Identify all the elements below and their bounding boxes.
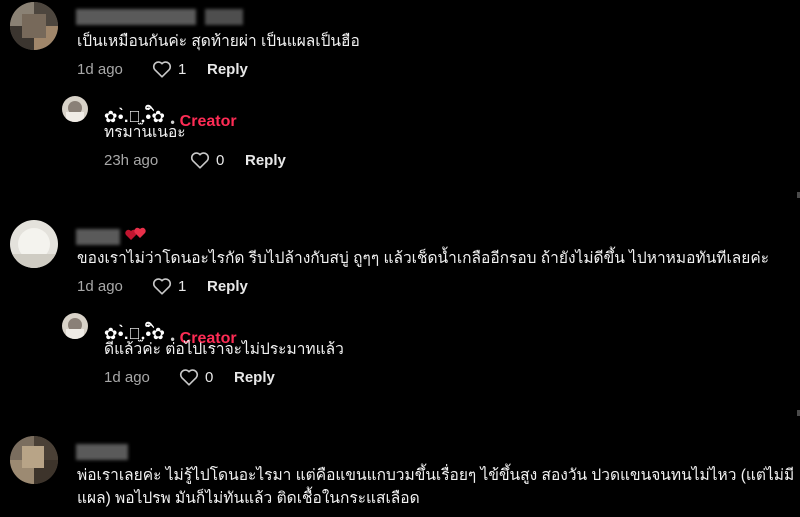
reply-button[interactable]: Reply: [207, 278, 248, 295]
creator-avatar[interactable]: [62, 313, 88, 339]
reply-button[interactable]: Reply: [207, 61, 248, 78]
comment-text-line: พ่อเราเลยค่ะ ไม่รู้ไปโดนอะไรมา แต่คือแขน…: [77, 467, 795, 484]
avatar[interactable]: [10, 220, 58, 268]
like-count: 0: [205, 368, 214, 386]
avatar[interactable]: [10, 436, 58, 484]
like-count: 1: [178, 277, 187, 295]
comment-thread: เป็นเหมือนกันค่ะ สุดท้ายผ่า เป็นแผลเป็นฮ…: [0, 0, 800, 517]
like-count: 1: [178, 60, 187, 78]
reply-button[interactable]: Reply: [234, 369, 275, 386]
username-blurred[interactable]: [76, 444, 128, 460]
heart-outline-icon: [152, 278, 172, 295]
comment-meta: 1d ago 1 Reply: [77, 275, 248, 297]
username-blurred[interactable]: [76, 229, 120, 245]
heart-outline-icon: [179, 369, 199, 386]
like-button[interactable]: 1: [152, 60, 207, 78]
reply-meta: 23h ago 0 Reply: [104, 149, 286, 171]
comment-meta: 1d ago 1 Reply: [77, 58, 248, 80]
comment-text: ของเราไม่ว่าโดนอะไรกัด รีบไปล้างกับสบู่ …: [77, 250, 770, 267]
comment-text: เป็นเหมือนกันค่ะ สุดท้ายผ่า เป็นแผลเป็นฮ…: [77, 33, 360, 50]
timestamp: 1d ago: [104, 368, 150, 386]
like-count: 0: [216, 151, 225, 169]
heart-outline-icon: [190, 152, 210, 169]
avatar[interactable]: [10, 2, 58, 50]
creator-avatar[interactable]: [62, 96, 88, 122]
red-hearts-icon: [124, 226, 148, 247]
username-blurred[interactable]: [76, 9, 196, 25]
timestamp: 1d ago: [77, 60, 123, 78]
username-blurred: [205, 9, 243, 25]
timestamp: 1d ago: [77, 277, 123, 295]
comment-text-line: แผล) พอไปรพ มันก็ไม่ทันแล้ว ติดเชื้อในกร…: [77, 490, 420, 507]
reply-text: ดีแล้วค่ะ ต่อไปเราจะไม่ประมาทแล้ว: [104, 341, 344, 358]
reply-meta: 1d ago 0 Reply: [104, 366, 275, 388]
heart-outline-icon: [152, 61, 172, 78]
timestamp: 23h ago: [104, 151, 159, 169]
like-button[interactable]: 0: [179, 368, 234, 386]
reply-text: ทรมานเนอะ: [104, 124, 186, 141]
like-button[interactable]: 0: [190, 151, 245, 169]
creator-badge: Creator: [179, 112, 237, 130]
reply-button[interactable]: Reply: [245, 152, 286, 169]
like-button[interactable]: 1: [152, 277, 207, 295]
